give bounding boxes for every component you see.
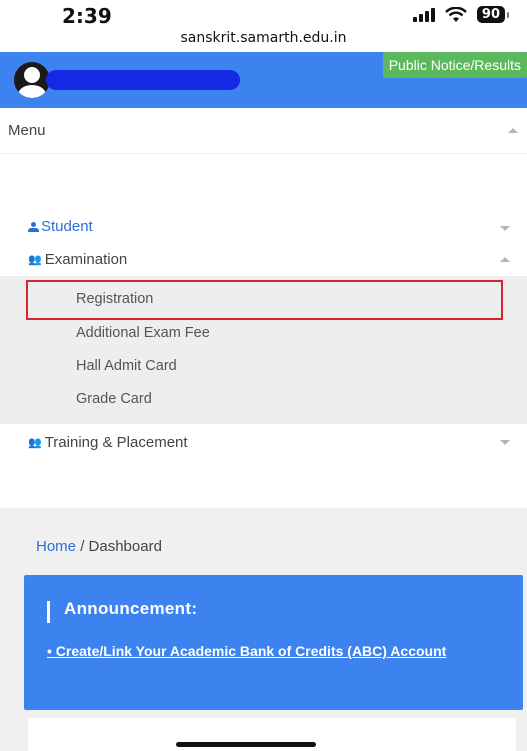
public-notice-button[interactable]: Public Notice/Results [382, 52, 527, 78]
battery-icon: 90 [476, 6, 510, 23]
status-bar: 2:39 90 [0, 0, 527, 32]
abc-account-link[interactable]: • Create/Link Your Academic Bank of Cred… [47, 637, 517, 665]
sidebar-item-label: Training & Placement [44, 434, 188, 451]
announcement-card: Announcement: • Create/Link Your Academi… [24, 575, 523, 710]
breadcrumb-home-link[interactable]: Home [36, 538, 76, 555]
announcement-accent-bar [47, 601, 50, 623]
breadcrumb: Home / Dashboard [36, 538, 162, 555]
announcement-title: Announcement: [64, 599, 198, 618]
group-icon: 👥 [28, 437, 42, 449]
redacted-username [46, 70, 240, 90]
avatar-icon[interactable] [14, 62, 50, 98]
breadcrumb-current: Dashboard [88, 538, 162, 555]
wifi-icon [445, 6, 467, 22]
sidebar-item-training-placement[interactable]: 👥 Training & Placement [0, 426, 527, 460]
cellular-signal-icon [412, 7, 435, 22]
group-icon: 👥 [28, 254, 42, 266]
menu-toggle[interactable]: Menu [0, 108, 527, 154]
sidebar-item-examination[interactable]: 👥 Examination [0, 243, 527, 277]
chevron-up-icon [500, 257, 510, 262]
sidebar-item-student[interactable]: Student [0, 210, 527, 244]
url-bar[interactable]: sanskrit.samarth.edu.in [0, 30, 527, 46]
chevron-down-icon [500, 440, 510, 445]
breadcrumb-separator: / [80, 538, 85, 555]
submenu-item-hall-admit-card[interactable]: Hall Admit Card [76, 358, 177, 374]
sidebar-item-label: Examination [44, 251, 128, 268]
submenu-item-grade-card[interactable]: Grade Card [76, 391, 152, 407]
registration-highlight-box [26, 280, 503, 320]
sidebar-item-label: Student [41, 218, 93, 235]
status-time: 2:39 [62, 4, 112, 28]
submenu-item-additional-exam-fee[interactable]: Additional Exam Fee [76, 325, 210, 341]
home-indicator[interactable] [176, 742, 316, 747]
menu-label: Menu [8, 122, 46, 139]
status-icons: 90 [412, 6, 510, 23]
chevron-up-icon [508, 128, 518, 133]
chevron-down-icon [500, 226, 510, 231]
top-header: Public Notice/Results [0, 52, 527, 108]
person-icon [28, 221, 39, 232]
